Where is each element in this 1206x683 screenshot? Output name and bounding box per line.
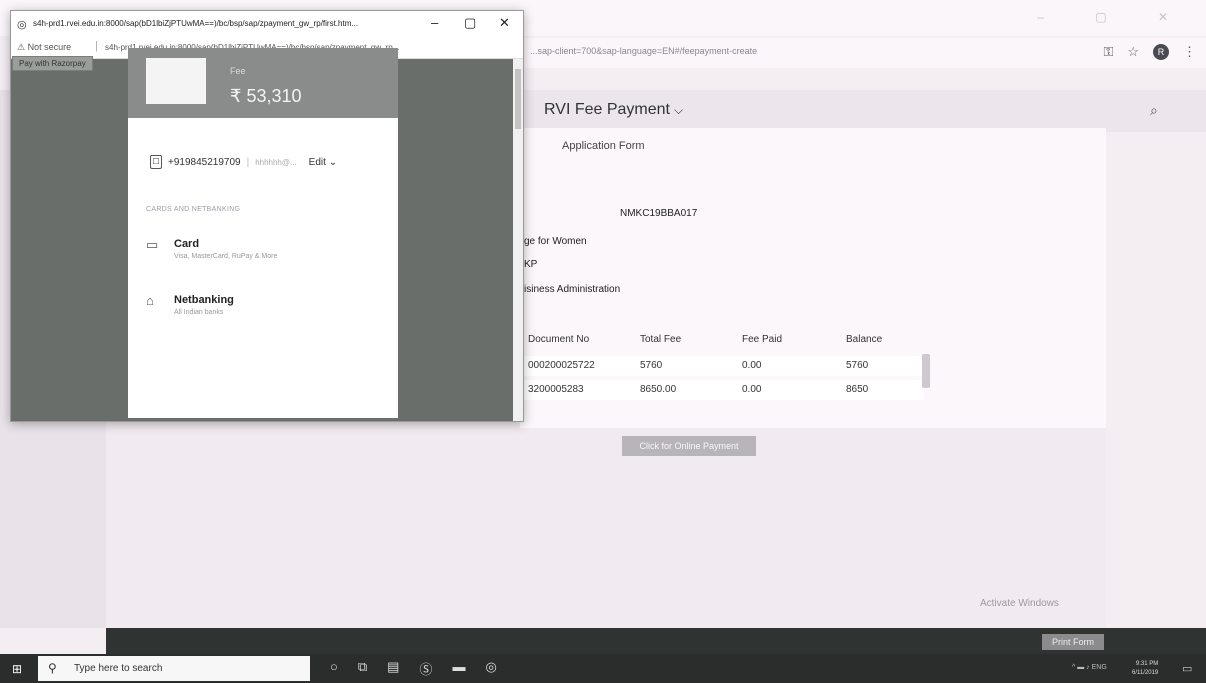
popup-title: s4h-prd1.rvei.edu.in:8000/sap(bD1lbiZjPT… xyxy=(33,19,359,28)
browser-url[interactable]: ...sap-client=700&sap-language=EN#/feepa… xyxy=(530,46,757,56)
maximize-icon[interactable]: ▢ xyxy=(464,15,476,31)
program-name: isiness Administration xyxy=(524,284,621,295)
search-icon: ⚲ xyxy=(48,661,57,675)
search-icon[interactable]: ⌕ xyxy=(1150,102,1158,119)
security-label: Not secure xyxy=(27,42,72,52)
document-no-cell: 3200005283 xyxy=(528,384,584,395)
minimize-icon[interactable]: – xyxy=(431,15,438,30)
document-no-cell: 000200025722 xyxy=(528,360,595,371)
total-fee-cell: 5760 xyxy=(640,360,663,371)
system-tray-icons[interactable]: ^ ▬ ♪ ENG xyxy=(1072,664,1107,671)
column-header: Total Fee xyxy=(640,334,682,345)
card-icon: ▭ xyxy=(146,237,159,252)
cortana-icon[interactable]: ○ xyxy=(330,659,338,678)
payment-amount: ₹ 53,310 xyxy=(230,86,302,106)
chrome-icon: ◎ xyxy=(17,19,27,31)
table-scrollbar[interactable] xyxy=(922,354,930,388)
payment-method-netbanking[interactable]: ⌂ Netbanking All Indian banks xyxy=(146,293,234,317)
contact-details: ☐ +919845219709 | hhhhhh@... Edit ⌄ xyxy=(150,155,337,169)
scrollbar-thumb[interactable] xyxy=(515,69,521,129)
phone-number: +919845219709 xyxy=(168,156,241,168)
edit-contact-button[interactable]: Edit ⌄ xyxy=(309,157,337,168)
footer-bar xyxy=(106,628,1206,654)
fee-paid-cell: 0.00 xyxy=(742,360,762,371)
browser-window-controls[interactable]: – ▢ ✕ xyxy=(1037,10,1192,24)
method-text: Card Visa, MasterCard, RuPay & More xyxy=(174,238,277,260)
method-title: Card xyxy=(174,238,200,250)
column-header: Document No xyxy=(528,334,590,345)
method-text: Netbanking All Indian banks xyxy=(174,294,234,316)
skype-icon[interactable]: Ⓢ xyxy=(419,659,432,678)
bank-icon: ⌂ xyxy=(146,293,154,308)
method-subtitle: All Indian banks xyxy=(174,309,224,316)
section-label: CARDS AND NETBANKING xyxy=(146,206,241,213)
activate-windows-watermark: Activate Windows xyxy=(980,598,1059,609)
payment-method-card[interactable]: ▭ Card Visa, MasterCard, RuPay & More xyxy=(146,237,277,261)
key-icon[interactable]: ⚿ xyxy=(1103,44,1113,60)
taskbar-search-placeholder: Type here to search xyxy=(74,663,163,674)
state-value: KP xyxy=(524,259,538,270)
task-view-icon[interactable]: ⧉ xyxy=(358,659,367,678)
menu-icon[interactable]: ⋮ xyxy=(1183,44,1196,60)
fee-paid-cell: 0.00 xyxy=(742,384,762,395)
chevron-down-icon: ⌵ xyxy=(673,103,684,117)
registration-number: NMKC19BBA017 xyxy=(620,208,698,219)
table-row[interactable]: 3200005283 8650.00 0.00 8650 xyxy=(524,380,924,400)
security-warning[interactable]: ⚠ Not secure xyxy=(17,42,71,53)
app-title-text: RVI Fee Payment xyxy=(544,101,670,118)
online-payment-button[interactable]: Click for Online Payment xyxy=(622,436,756,456)
form-title: Application Form xyxy=(562,140,645,152)
balance-cell: 5760 xyxy=(846,360,869,371)
profile-avatar[interactable]: R xyxy=(1153,44,1169,60)
pay-with-razorpay-button[interactable]: Pay with Razorpay xyxy=(12,56,93,71)
chevron-down-icon: ⌄ xyxy=(328,156,338,168)
column-header: Balance xyxy=(846,334,883,345)
fee-label: Fee xyxy=(230,66,246,76)
print-form-button[interactable]: Print Form xyxy=(1042,634,1104,650)
popup-scrollbar[interactable] xyxy=(513,59,523,421)
browser-toolbar-icons: ⚿ ☆ R ⋮ xyxy=(1103,44,1196,60)
balance-cell: 8650 xyxy=(846,384,869,395)
notification-icon[interactable]: ▭ xyxy=(1182,662,1192,675)
table-header-row: Document No Total Fee Fee Paid Balance xyxy=(524,330,924,350)
table-row[interactable]: 000200025722 5760 0.00 5760 xyxy=(524,356,924,376)
chrome-taskbar-icon[interactable]: ◎ xyxy=(485,659,496,678)
method-title: Netbanking xyxy=(174,294,234,306)
method-subtitle: Visa, MasterCard, RuPay & More xyxy=(174,253,278,260)
close-icon[interactable]: ✕ xyxy=(499,15,510,31)
windows-start-icon[interactable]: ⊞ xyxy=(12,662,22,676)
clock-date: 6/11/2019 xyxy=(1132,670,1159,676)
contact-separator: | xyxy=(246,156,250,168)
total-fee-cell: 8650.00 xyxy=(640,384,677,395)
star-icon[interactable]: ☆ xyxy=(1127,44,1139,60)
file-explorer-icon[interactable]: ▤ xyxy=(387,659,399,678)
college-name: ge for Women xyxy=(524,236,587,247)
mail-icon[interactable]: ▬ xyxy=(452,659,465,678)
phone-icon: ☐ xyxy=(150,155,162,169)
edit-label: Edit xyxy=(308,156,326,168)
merchant-logo xyxy=(146,58,206,104)
clock-time: 9:31 PM xyxy=(1135,661,1159,667)
popup-titlebar[interactable]: ◎ s4h-prd1.rvei.edu.in:8000/sap(bD1lbiZj… xyxy=(11,11,523,37)
taskbar-app-icons: ○ ⧉ ▤ Ⓢ ▬ ◎ xyxy=(330,659,497,678)
app-title[interactable]: RVI Fee Payment ⌵ xyxy=(544,101,683,119)
address-separator: | xyxy=(95,40,98,52)
taskbar-search-box[interactable]: ⚲ Type here to search xyxy=(38,656,310,681)
email-address: hhhhhh@... xyxy=(255,157,297,167)
column-header: Fee Paid xyxy=(742,334,783,345)
taskbar-clock[interactable]: 9:31 PM 6/11/2019 xyxy=(1132,660,1158,678)
